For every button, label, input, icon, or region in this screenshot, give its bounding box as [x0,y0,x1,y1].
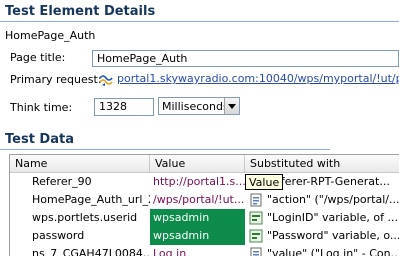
column-header-substituted-with[interactable]: Substituted with [245,155,399,172]
data-source-icon [250,247,262,256]
row-value: Log in [153,247,187,256]
row-value: http://portal1.s... [153,175,245,188]
chevron-down-icon [228,104,236,109]
row-substituted: "Password" variable, o... [267,229,399,242]
variable-icon [249,229,263,243]
table-row[interactable]: ns_7_CGAH47L0084... Log in "value" ("Log… [10,245,399,256]
details-header-divider [0,21,399,22]
primary-request-label: Primary request: [10,73,102,86]
test-element-name: HomePage_Auth [5,29,96,42]
http-request-icon [99,75,113,86]
row-name: HomePage_Auth_url_2 [32,193,150,206]
row-name: password [32,229,85,242]
value-tooltip: Value [245,174,284,190]
row-value: /wps/portal/!ut... [153,193,245,206]
test-element-details-editor: Test Element Details HomePage_Auth Page … [0,0,399,256]
column-header-value[interactable]: Value [150,155,245,172]
table-row[interactable]: HomePage_Auth_url_2 /wps/portal/!ut... "… [10,191,399,209]
page-title-label: Page title: [10,51,66,64]
think-time-field[interactable]: 1328 [94,98,154,116]
think-time-label: Think time: [10,101,73,114]
test-data-table: Name Value Substituted with Referer_90 h… [9,154,399,256]
row-name: ns_7_CGAH47L0084... [32,247,150,256]
row-substituted: "value" ("Log in" - Con... [267,247,399,256]
table-header: Name Value Substituted with [10,155,399,173]
row-substituted: "action" ("/wps/portal/... [267,193,399,206]
primary-request-link[interactable]: portal1.skywayradio.com:10040/wps/myport… [117,72,399,85]
page-title-field[interactable]: HomePage_Auth [92,50,399,67]
data-source-icon [250,193,262,207]
table-row[interactable]: wps.portlets.userid wpsadmin "LoginID" v… [10,209,399,227]
test-data-section-header: Test Data [0,130,399,150]
details-section-title: Test Element Details [5,4,156,19]
details-section-header: Test Element Details [0,2,399,22]
think-time-unit-value: Milliseconds [162,100,229,113]
row-name: Referer_90 [32,175,92,188]
row-value: wpsadmin [150,209,245,227]
test-data-header-divider [0,149,330,150]
think-time-unit-select[interactable]: Milliseconds [158,97,240,115]
table-row[interactable]: Referer_90 http://portal1.s... Referer-R… [10,173,399,191]
row-substituted: "LoginID" variable, of ... [267,211,398,224]
unit-dropdown-button[interactable] [224,98,239,114]
variable-icon [249,211,263,225]
table-row[interactable]: password wpsadmin "Password" variable, o… [10,227,399,245]
column-header-name[interactable]: Name [10,155,150,172]
row-value: wpsadmin [150,227,245,245]
test-data-section-title: Test Data [5,132,74,147]
row-name: wps.portlets.userid [32,211,138,224]
